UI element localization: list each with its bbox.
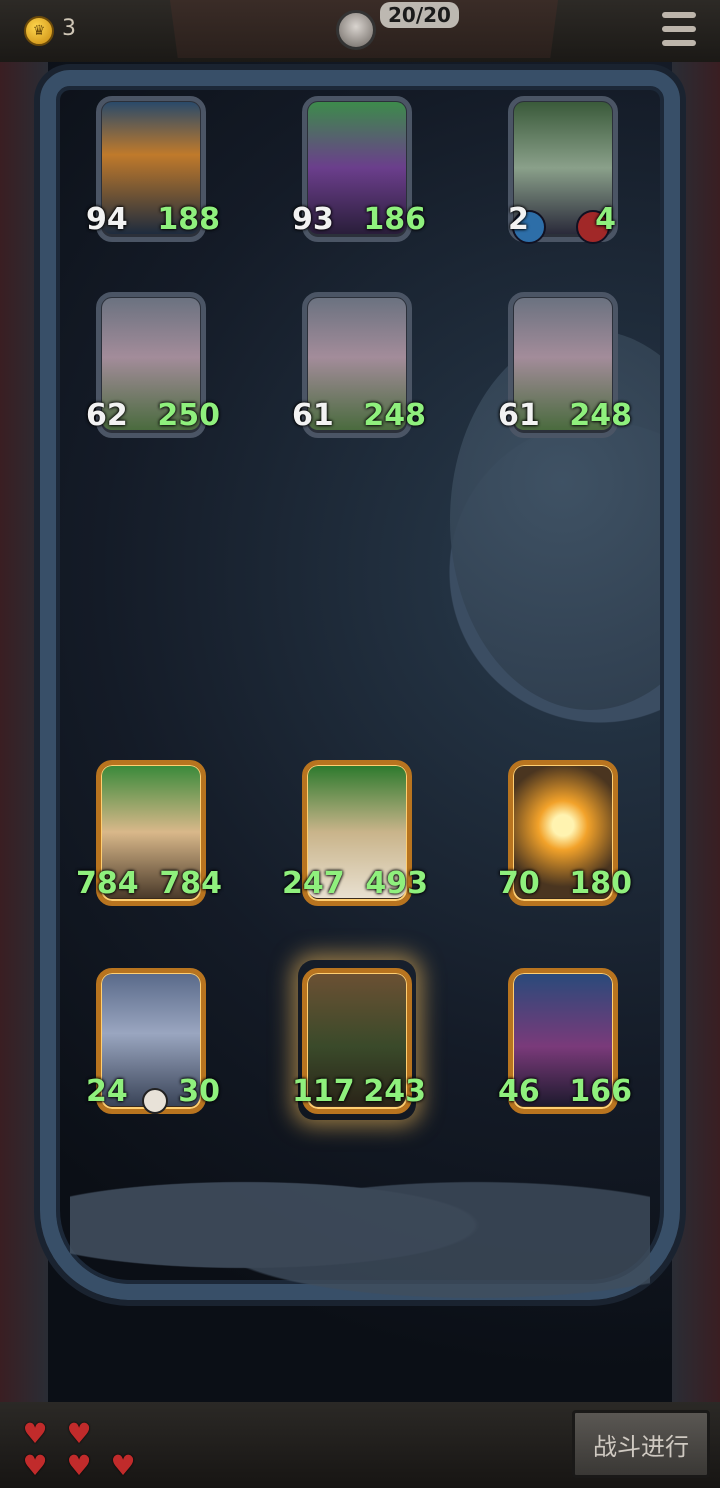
ally-card[interactable]: 70 180 bbox=[498, 752, 632, 912]
enemy-health: 248 bbox=[569, 398, 632, 433]
enemy-health: 248 bbox=[363, 398, 426, 433]
ally-health: 30 bbox=[178, 1074, 220, 1109]
coin-icon: ♛ bbox=[24, 16, 54, 46]
fight-button[interactable]: 战斗进行 bbox=[572, 1410, 710, 1478]
enemy-attack: 62 bbox=[86, 398, 128, 433]
ally-card[interactable]: 247 493 bbox=[282, 752, 428, 912]
enemy-attack: 94 bbox=[86, 202, 128, 237]
ally-card-selected[interactable]: 117 243 bbox=[292, 960, 426, 1120]
skull-icon bbox=[142, 1088, 168, 1114]
ally-card[interactable]: 24 30 bbox=[86, 960, 220, 1120]
ally-attack: 247 bbox=[282, 866, 345, 901]
ally-attack: 70 bbox=[498, 866, 540, 901]
player-hp: 20/20 bbox=[380, 2, 459, 28]
ally-attack: 24 bbox=[86, 1074, 128, 1109]
heart-icon: ♥ bbox=[22, 1449, 48, 1482]
ally-health: 180 bbox=[569, 866, 632, 901]
enemy-health: 4 bbox=[595, 202, 616, 237]
enemy-health: 186 bbox=[363, 202, 426, 237]
ally-health: 784 bbox=[159, 866, 222, 901]
ally-health: 493 bbox=[365, 866, 428, 901]
top-bar: ♛ 3 20/20 bbox=[0, 0, 720, 65]
heart-icon: ♥ bbox=[22, 1417, 48, 1450]
enemy-card[interactable]: 2 4 bbox=[504, 88, 622, 248]
enemy-health: 250 bbox=[157, 398, 220, 433]
ally-attack: 46 bbox=[498, 1074, 540, 1109]
ally-health: 166 bbox=[569, 1074, 632, 1109]
enemy-card[interactable]: 62 250 bbox=[86, 284, 220, 444]
enemy-attack: 2 bbox=[508, 202, 529, 237]
ally-card[interactable]: 46 166 bbox=[498, 960, 632, 1120]
coin-count: 3 bbox=[62, 16, 76, 41]
heart-icon: ♥ bbox=[66, 1449, 92, 1482]
enemy-attack: 93 bbox=[292, 202, 334, 237]
ally-attack: 117 bbox=[292, 1074, 355, 1109]
player-avatar[interactable] bbox=[336, 10, 376, 50]
enemy-card[interactable]: 93 186 bbox=[292, 88, 426, 248]
heart-icon: ♥ bbox=[66, 1417, 92, 1450]
ally-health: 243 bbox=[363, 1074, 426, 1109]
menu-line-icon bbox=[662, 12, 696, 18]
menu-line-icon bbox=[662, 26, 696, 32]
enemy-card[interactable]: 94 188 bbox=[86, 88, 220, 248]
menu-line-icon bbox=[662, 40, 696, 46]
enemy-attack: 61 bbox=[292, 398, 334, 433]
menu-button[interactable] bbox=[662, 12, 696, 46]
enemy-health: 188 bbox=[157, 202, 220, 237]
ally-attack: 784 bbox=[76, 866, 139, 901]
ally-card[interactable]: 784 784 bbox=[76, 752, 222, 912]
heart-icon: ♥ bbox=[110, 1449, 136, 1482]
enemy-attack: 61 bbox=[498, 398, 540, 433]
cloud-decoration bbox=[70, 1150, 650, 1300]
enemy-card[interactable]: 61 248 bbox=[292, 284, 426, 444]
enemy-card[interactable]: 61 248 bbox=[498, 284, 632, 444]
